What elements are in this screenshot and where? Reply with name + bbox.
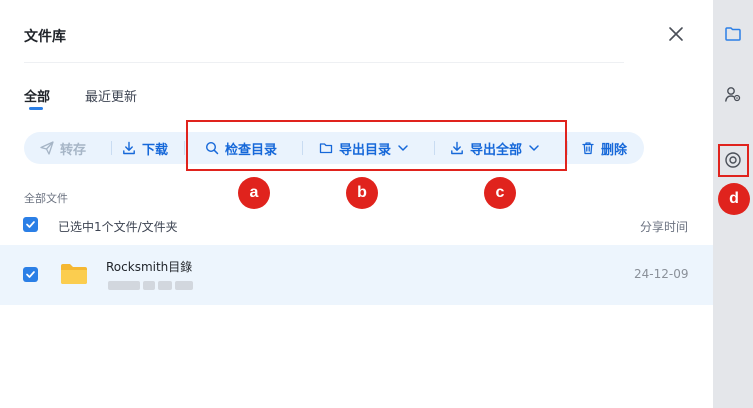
tab-recent[interactable]: 最近更新 xyxy=(85,86,137,105)
file-library-panel: 文件库 全部 最近更新 转存 下载 检查目录 导出目录 导出全部 删除 a b … xyxy=(0,0,713,408)
annotation-highlight-toolbar xyxy=(186,120,567,171)
tab-active-indicator xyxy=(29,107,43,110)
delete-label: 删除 xyxy=(601,142,628,158)
annotation-badge-d: d xyxy=(718,183,750,215)
annotation-badge-c: c xyxy=(484,177,516,209)
folder-icon[interactable] xyxy=(724,25,742,43)
column-header-share-time[interactable]: 分享时间 xyxy=(640,218,688,235)
delete-button[interactable]: 删除 xyxy=(581,132,627,164)
annotation-highlight-sidebar xyxy=(718,144,749,177)
annotation-badge-b: b xyxy=(346,177,378,209)
download-label: 下载 xyxy=(142,142,169,158)
save-to-label: 转存 xyxy=(60,142,87,158)
file-meta-blurred xyxy=(108,278,196,292)
download-button[interactable]: 下载 xyxy=(122,132,168,164)
toolbar-separator xyxy=(567,141,568,155)
section-label: 全部文件 xyxy=(24,192,68,205)
folder-icon xyxy=(61,264,87,284)
trash-icon xyxy=(582,142,594,155)
save-to-button[interactable]: 转存 xyxy=(40,132,86,164)
toolbar-separator xyxy=(111,141,112,155)
select-all-checkbox[interactable] xyxy=(23,217,38,232)
row-checkbox[interactable] xyxy=(23,267,38,282)
toolbar-separator xyxy=(184,141,185,155)
check-icon xyxy=(26,271,35,278)
file-name: Rocksmith目錄 xyxy=(106,260,193,274)
header-divider xyxy=(24,62,624,63)
send-icon xyxy=(40,141,54,155)
annotation-badge-a: a xyxy=(238,177,270,209)
file-share-date: 24-12-09 xyxy=(634,267,689,281)
download-icon xyxy=(123,141,135,155)
close-icon[interactable] xyxy=(668,26,684,42)
panel-title: 文件库 xyxy=(24,29,66,45)
tab-all[interactable]: 全部 xyxy=(24,86,50,105)
check-icon xyxy=(26,221,35,228)
selection-count: 已选中1个文件/文件夹 xyxy=(58,220,178,234)
user-settings-icon[interactable] xyxy=(724,85,742,103)
table-row[interactable]: Rocksmith目錄 24-12-09 xyxy=(0,245,713,305)
